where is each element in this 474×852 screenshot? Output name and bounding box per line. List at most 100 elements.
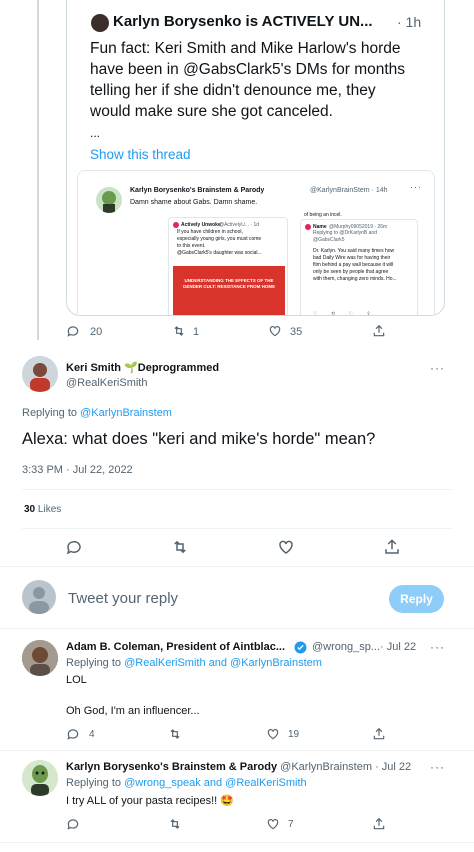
nested-left-line: If you have children in school, <box>177 229 243 235</box>
composer-avatar <box>22 580 56 614</box>
like-icon[interactable] <box>266 727 280 741</box>
quoted-text-line: telling her if she didn't denounce me, t… <box>90 82 376 99</box>
nested-right-line: Dr. Karlyn. You said many times how <box>313 248 395 254</box>
replying-to-link[interactable]: @RealKeriSmith and @KarlynBrainstem <box>124 657 322 669</box>
like-icon[interactable] <box>266 817 280 831</box>
reply1-header: Adam B. Coleman, President of Aintblac..… <box>66 641 285 653</box>
reply2-handle-time[interactable]: @KarlynBrainstem · Jul 22 <box>280 761 411 773</box>
reply-input[interactable]: Tweet your reply <box>68 590 178 607</box>
reply-icon[interactable] <box>66 727 80 741</box>
more-icon[interactable]: ··· <box>430 640 445 654</box>
nested-left-red-image: UNDERSTANDING THE EFFECTS OF THE GENDER … <box>173 266 285 315</box>
retweet-icon[interactable] <box>171 538 189 556</box>
star-struck-emoji: 🤩 <box>220 795 234 807</box>
reply1-replying-to: Replying to @RealKeriSmith and @KarlynBr… <box>66 657 322 669</box>
seedling-icon: 🌱 <box>124 362 138 374</box>
nested-left-avatar <box>173 222 179 228</box>
more-icon[interactable]: ··· <box>430 361 445 375</box>
nested-left-red-title: UNDERSTANDING THE EFFECTS OF THE GENDER … <box>182 278 276 289</box>
main-tweet-timestamp[interactable]: 3:33 PM · Jul 22, 2022 <box>22 464 133 476</box>
reply2-avatar[interactable] <box>22 760 58 796</box>
nested-left-text: If you have children in school, especial… <box>177 229 287 257</box>
divider <box>0 750 474 751</box>
nested-handle-time: @KarlynBrainStem · 14h <box>310 187 388 194</box>
reply1-like-count: 19 <box>288 729 300 740</box>
quoted-tweet-time[interactable]: · 1h <box>397 14 421 30</box>
nested-right-reply: Replying to @DrKarlynB and @GabsClark5 <box>313 230 377 243</box>
share-icon[interactable] <box>372 324 386 338</box>
quoted-tweet-text: Fun fact: Keri Smith and Mike Harlow's h… <box>90 38 440 122</box>
nested-right-line: with them, changing zero minds. Ho... <box>313 276 397 282</box>
quoted-ellipsis: ... <box>90 126 101 140</box>
nested-right-text: Dr. Karlyn. You said many times how bad … <box>313 248 417 283</box>
nested-right-actions: ♡ ⟲ ♡ ⇪ <box>313 311 377 316</box>
divider <box>0 566 474 567</box>
nested-right-avatar <box>305 224 311 230</box>
quoted-text-line: would make sure she got canceled. <box>90 103 333 120</box>
quoted-text-line: Fun fact: Keri Smith and Mike Harlow's h… <box>90 40 401 57</box>
nested-left-line: especially young girls, you must come <box>177 236 262 242</box>
reply2-replying-to: Replying to @wrong_speak and @RealKeriSm… <box>66 777 307 789</box>
nested-right-top: of being an incel. <box>304 212 342 218</box>
likes-label: Likes <box>37 504 62 515</box>
top-action-row: 20 1 35 <box>66 322 446 342</box>
main-tweet-text: Alexa: what does "keri and mike's horde"… <box>22 430 376 448</box>
divider <box>0 628 474 629</box>
divider <box>0 842 474 843</box>
nested-author-avatar <box>96 187 122 213</box>
verified-icon <box>294 641 307 654</box>
reply-button[interactable]: Reply <box>389 585 444 613</box>
show-thread-link[interactable]: Show this thread <box>90 147 191 162</box>
reply2-author-name[interactable]: Karlyn Borysenko's Brainstem & Parody <box>66 761 277 773</box>
quoted-tweet-card[interactable]: Karlyn Borysenko is ACTIVELY UN... · 1h … <box>66 0 445 316</box>
retweet-icon[interactable] <box>168 817 182 831</box>
like-icon[interactable] <box>277 538 295 556</box>
share-icon[interactable] <box>372 727 386 741</box>
nested-author-name: Karlyn Borysenko's Brainstem & Parody <box>130 187 265 194</box>
nested-more-icon: ··· <box>410 182 422 192</box>
reply-icon[interactable] <box>65 538 83 556</box>
nested-text: Damn shame about Gabs. Damn shame. <box>130 199 258 206</box>
reply1-avatar[interactable] <box>22 640 58 676</box>
quoted-author-name[interactable]: Karlyn Borysenko is ACTIVELY UN... <box>113 13 373 30</box>
divider <box>22 489 452 490</box>
reply1-handle[interactable]: @wrong_sp... <box>312 641 380 653</box>
reply1-author-name[interactable]: Adam B. Coleman, President of Aintblac..… <box>66 641 285 653</box>
reply-icon[interactable] <box>66 817 80 831</box>
nested-right-line: film behind a pay wall because it will <box>313 262 394 268</box>
replying-label: Replying to <box>66 657 122 669</box>
main-author-handle[interactable]: @RealKeriSmith <box>66 377 147 389</box>
nested-tweet-image[interactable]: Karlyn Borysenko's Brainstem & Parody @K… <box>77 170 435 316</box>
main-replying-to: Replying to @KarlynBrainstem <box>22 407 172 419</box>
more-icon[interactable]: ··· <box>430 760 445 774</box>
main-author-avatar[interactable] <box>22 356 58 392</box>
replying-label: Replying to <box>66 777 122 789</box>
share-icon[interactable] <box>383 538 401 556</box>
nested-left-author: Actively Unwoke <box>181 222 221 228</box>
reply-icon[interactable] <box>66 324 80 338</box>
thread-line <box>37 0 39 340</box>
retweet-icon[interactable] <box>172 324 186 338</box>
nested-left-card: Actively Unwoke @ActivelyU... · 1d If yo… <box>168 217 288 315</box>
reply2-text-row: I try ALL of your pasta recipes!! 🤩 <box>66 794 234 807</box>
replying-to-link[interactable]: @KarlynBrainstem <box>80 407 172 419</box>
share-icon[interactable] <box>372 817 386 831</box>
nested-right-card: of being an incel. Name @Murphy09052019 … <box>300 211 420 316</box>
replying-to-link[interactable]: @wrong_speak and @RealKeriSmith <box>124 777 307 789</box>
like-icon[interactable] <box>268 324 282 338</box>
reply1-time[interactable]: · Jul 22 <box>380 641 416 653</box>
like-count: 35 <box>290 326 303 338</box>
likes-stat[interactable]: 30 Likes <box>24 504 61 515</box>
nested-right-inner: Name @Murphy09052019 · 26m Replying to @… <box>300 219 418 316</box>
reply1-reply-count: 4 <box>89 729 95 740</box>
reply2-text: I try ALL of your pasta recipes!! <box>66 795 218 807</box>
retweet-count: 1 <box>193 326 200 338</box>
retweet-icon[interactable] <box>168 727 182 741</box>
nested-left-handle: @ActivelyU... · 1d <box>219 222 260 228</box>
main-author-badge: Deprogrammed <box>137 362 220 374</box>
quoted-text-line: have been in @GabsClark5's DMs for month… <box>90 61 406 78</box>
reply2-header: Karlyn Borysenko's Brainstem & Parody @K… <box>66 761 411 773</box>
quoted-author-avatar <box>91 14 109 32</box>
reply1-text-line2: Oh God, I'm an influencer... <box>66 705 200 717</box>
main-author-name[interactable]: Keri Smith <box>66 362 121 374</box>
